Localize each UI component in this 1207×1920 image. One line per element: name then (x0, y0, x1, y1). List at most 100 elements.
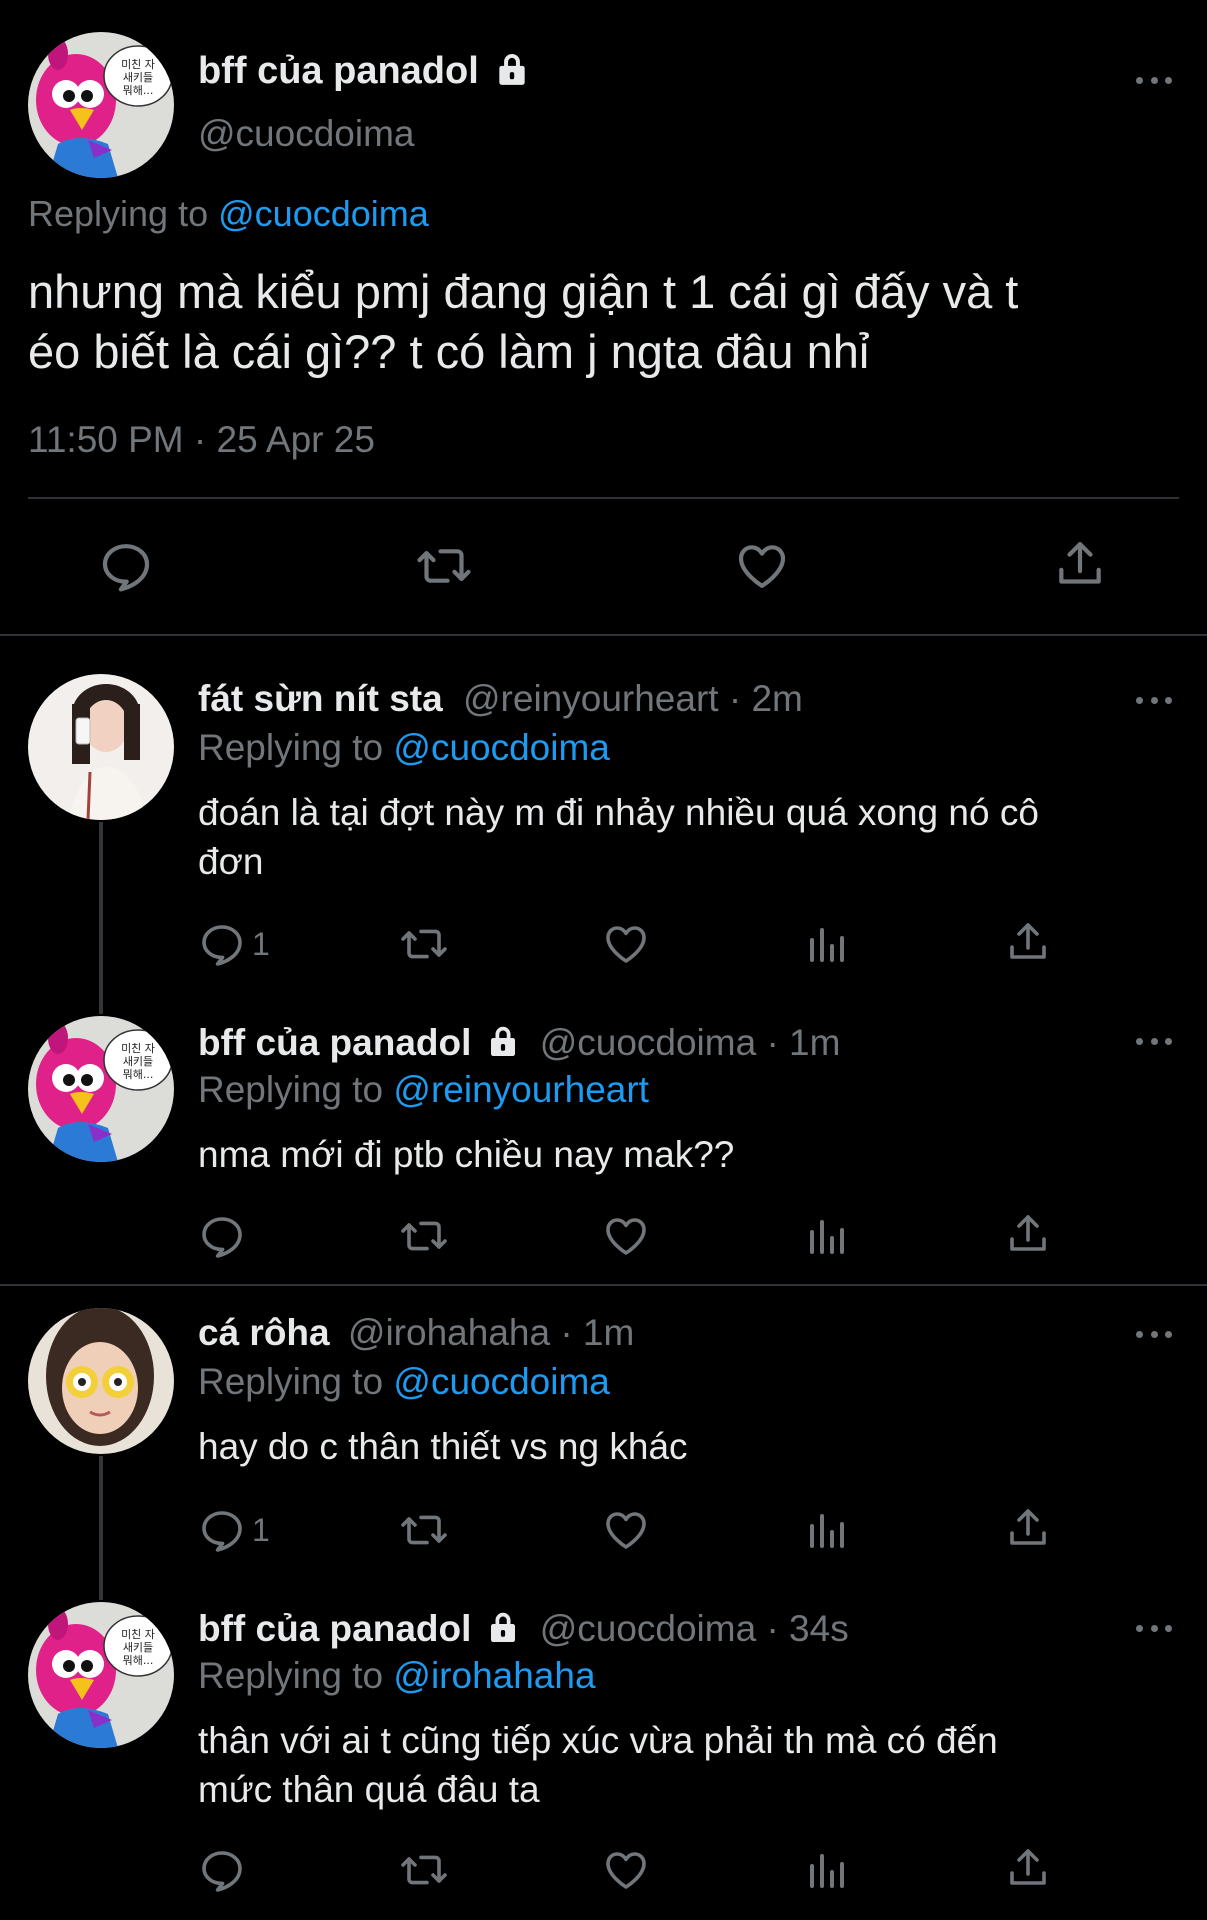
avatar[interactable] (28, 1016, 174, 1162)
reply-count: 1 (252, 925, 270, 962)
analytics-button[interactable] (804, 1212, 852, 1260)
retweet-button[interactable] (398, 1212, 450, 1260)
replying-to-link[interactable]: @reinyourheart (393, 1069, 649, 1110)
tweet-text-line: đoán là tại đợt này m đi nhảy nhiều quá … (198, 792, 1039, 833)
share-icon (1004, 1504, 1052, 1552)
replying-prefix: Replying to (198, 1361, 384, 1402)
share-button[interactable] (1004, 1210, 1052, 1258)
author-name-text[interactable]: bff của panadol (198, 50, 479, 92)
analytics-icon (804, 1212, 852, 1260)
share-icon (1004, 1844, 1052, 1892)
reply-button[interactable] (198, 1846, 246, 1894)
divider (0, 634, 1207, 636)
divider (28, 497, 1179, 499)
replying-prefix: Replying to (198, 727, 384, 768)
tweet-text: thân với ai t cũng tiếp xúc vừa phải th … (198, 1716, 998, 1814)
tweet-meta[interactable]: @cuocdoima · 1m (540, 1022, 841, 1063)
replying-to: Replying to @cuocdoima (198, 726, 610, 770)
reply-count: 1 (252, 1511, 270, 1548)
like-button[interactable] (602, 1212, 650, 1260)
replying-prefix: Replying to (28, 193, 209, 234)
author-name[interactable]: bff của panadol (198, 1608, 471, 1649)
replying-to: Replying to @cuocdoima (28, 192, 429, 236)
author-name[interactable]: fát sừn nít sta (198, 678, 443, 719)
retweet-icon (398, 1506, 450, 1554)
replying-to-link[interactable]: @cuocdoima (218, 193, 429, 234)
more-icon[interactable] (1136, 74, 1172, 86)
thread-line (99, 822, 103, 1014)
tweet-text-line: đơn (198, 841, 264, 882)
author-handle[interactable]: @cuocdoima (198, 112, 415, 156)
analytics-button[interactable] (804, 1846, 852, 1894)
author-name[interactable]: bff của panadol (198, 48, 531, 94)
tweet-text-line: mức thân quá đâu ta (198, 1769, 540, 1810)
share-button[interactable] (1004, 918, 1052, 966)
analytics-icon (804, 1846, 852, 1894)
share-button[interactable] (1004, 1844, 1052, 1892)
reply-button[interactable]: 1 (198, 920, 270, 968)
replying-to: Replying to @reinyourheart (198, 1068, 649, 1112)
like-icon (602, 1506, 650, 1554)
more-icon[interactable] (1136, 1035, 1172, 1047)
replying-prefix: Replying to (198, 1655, 384, 1696)
share-button[interactable] (1004, 1504, 1052, 1552)
retweet-button[interactable] (398, 920, 450, 968)
reply-icon (198, 920, 246, 968)
tweet-meta[interactable]: @irohahaha · 1m (348, 1312, 634, 1353)
retweet-button[interactable] (398, 1846, 450, 1894)
replying-prefix: Replying to (198, 1069, 384, 1110)
tweet-meta[interactable]: @reinyourheart · 2m (463, 678, 803, 719)
like-button[interactable] (602, 920, 650, 968)
divider (0, 1284, 1207, 1286)
analytics-icon (804, 1506, 852, 1554)
avatar[interactable] (28, 1602, 174, 1748)
reply-icon (198, 1212, 246, 1260)
tweet-text: hay do c thân thiết vs ng khác (198, 1422, 688, 1471)
replying-to-link[interactable]: @irohahaha (393, 1655, 595, 1696)
like-button[interactable] (602, 1846, 650, 1894)
more-icon[interactable] (1136, 1622, 1172, 1634)
analytics-button[interactable] (804, 920, 852, 968)
more-icon[interactable] (1136, 694, 1172, 706)
tweet-meta[interactable]: @cuocdoima · 34s (540, 1608, 849, 1649)
tweet-header: bff của panadol @cuocdoima · 34s (198, 1606, 849, 1652)
thread-line (99, 1456, 103, 1600)
avatar[interactable] (28, 674, 174, 820)
analytics-button[interactable] (804, 1506, 852, 1554)
share-icon (1052, 536, 1108, 592)
retweet-icon (414, 538, 474, 594)
share-icon (1004, 918, 1052, 966)
tweet-text-line: éo biết là cái gì?? t có làm j ngta đâu … (28, 325, 870, 378)
replying-to-link[interactable]: @cuocdoima (393, 1361, 610, 1402)
retweet-button[interactable] (398, 1506, 450, 1554)
lock-icon (485, 1023, 521, 1059)
tweet-text-line: nhưng mà kiểu pmj đang giận t 1 cái gì đ… (28, 265, 1019, 318)
like-icon (734, 538, 790, 594)
tweet-header: cá rôha @irohahaha · 1m (198, 1310, 634, 1356)
retweet-button[interactable] (414, 538, 474, 594)
tweet-text-line: thân với ai t cũng tiếp xúc vừa phải th … (198, 1720, 998, 1761)
lock-icon (485, 1609, 521, 1645)
like-icon (602, 1212, 650, 1260)
reply-button[interactable] (198, 1212, 246, 1260)
like-button[interactable] (602, 1506, 650, 1554)
avatar[interactable] (28, 1308, 174, 1454)
share-icon (1004, 1210, 1052, 1258)
like-icon (602, 920, 650, 968)
replying-to: Replying to @cuocdoima (198, 1360, 610, 1404)
replying-to-link[interactable]: @cuocdoima (393, 727, 610, 768)
reply-button[interactable] (98, 538, 154, 594)
replying-to: Replying to @irohahaha (198, 1654, 596, 1698)
tweet-timestamp[interactable]: 11:50 PM · 25 Apr 25 (28, 418, 375, 462)
share-button[interactable] (1052, 536, 1108, 592)
like-button[interactable] (734, 538, 790, 594)
like-icon (602, 1846, 650, 1894)
tweet-header: bff của panadol @cuocdoima · 1m (198, 1020, 840, 1066)
author-name[interactable]: cá rôha (198, 1312, 330, 1353)
avatar[interactable] (28, 32, 174, 178)
tweet-text-line: hay do c thân thiết vs ng khác (198, 1426, 688, 1467)
author-name[interactable]: bff của panadol (198, 1022, 471, 1063)
tweet-header: fát sừn nít sta @reinyourheart · 2m (198, 676, 803, 722)
more-icon[interactable] (1136, 1328, 1172, 1340)
reply-button[interactable]: 1 (198, 1506, 270, 1554)
